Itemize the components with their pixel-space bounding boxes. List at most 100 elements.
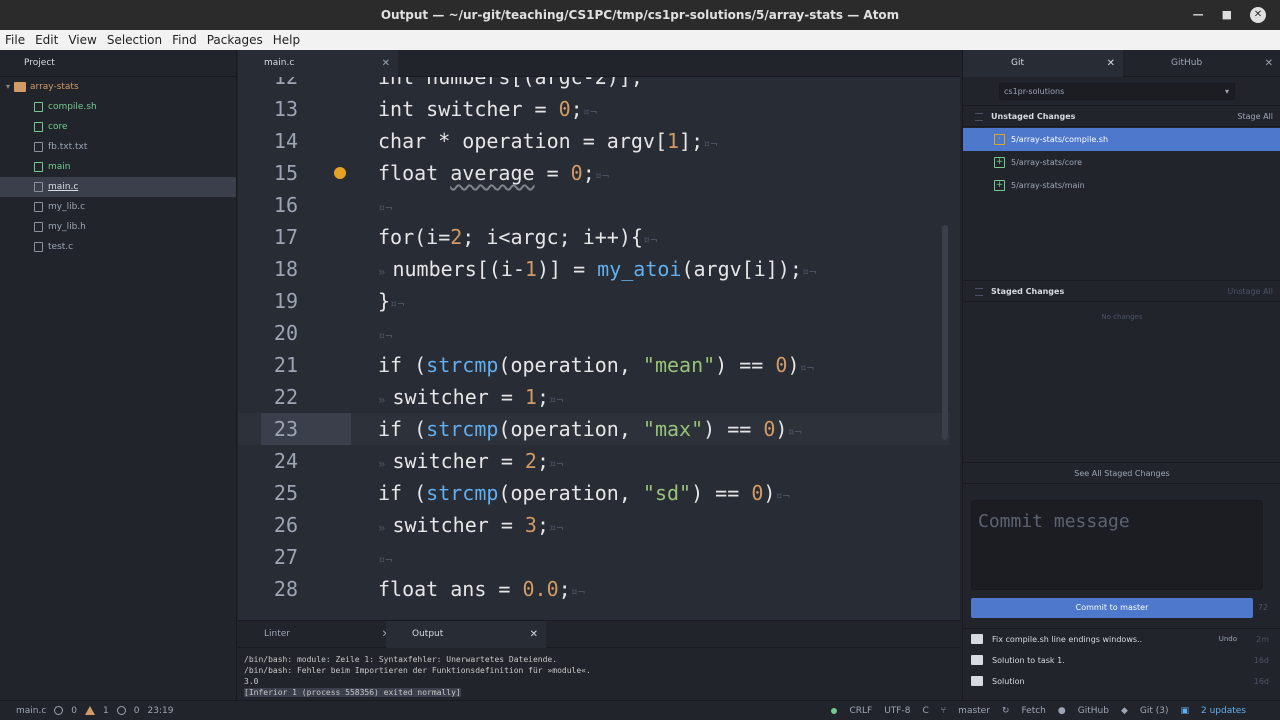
tree-item-label: fb.txt.txt [48,142,88,152]
status-cursor[interactable]: 23:19 [148,706,174,716]
file-icon [34,122,43,132]
tree-root-label: array-stats [30,82,79,92]
status-github[interactable]: GitHub [1078,706,1109,716]
status-infos[interactable]: 0 [134,706,140,716]
tree-item-fb-txt[interactable]: fb.txt.txt [0,137,236,157]
tab-label: main.c [264,58,295,68]
status-warnings[interactable]: 1 [103,706,109,716]
undo-button[interactable]: Undo [1219,629,1237,650]
tab-git[interactable]: Git ✕ [963,50,1123,77]
code-line: 12 int numbers[(argc-2)]; [238,77,950,93]
status-git[interactable]: Git (3) [1140,706,1169,716]
editor-scrollbar[interactable] [942,225,948,440]
tab-label: Git [1011,58,1025,68]
line-code: ¤¬ [378,329,393,343]
tree-item-my-lib-c[interactable]: my_lib.c [0,197,236,217]
see-all-staged-button[interactable]: See All Staged Changes [963,462,1280,484]
list-icon [975,288,983,296]
status-grammar[interactable]: C [922,706,928,716]
menu-selection[interactable]: Selection [102,33,167,47]
tab-project[interactable]: Project [0,50,236,77]
unstage-all-button[interactable]: Unstage All [1227,281,1273,303]
code-area[interactable]: 12 int numbers[(argc-2)]; 13 int switcher … [238,77,950,620]
line-number: 23 [273,417,298,441]
list-icon [975,113,983,121]
status-encoding[interactable]: UTF-8 [884,706,910,716]
commit-char-count: 72 [1257,603,1268,612]
line-code: » switcher = 2;¤¬ [378,449,564,473]
menu-help[interactable]: Help [268,33,305,47]
unstaged-file[interactable]: +5/array-stats/main [963,174,1280,197]
tab-linter[interactable]: Linter✕ [238,621,398,648]
commit-age: 2m [1256,635,1269,644]
tree-root-folder[interactable]: ▾ array-stats [0,77,236,97]
status-file[interactable]: main.c [16,706,46,716]
code-line: 27 ¤¬ [238,541,950,573]
editor-tab-bar: main.c ✕ [238,50,960,77]
close-window-button[interactable]: ✕ [1250,7,1266,23]
menu-packages[interactable]: Packages [202,33,268,47]
recent-commit[interactable]: Fix compile.sh line endings windows.. Und… [963,629,1280,650]
chevron-down-icon: ▾ [6,82,11,91]
staged-header: Staged Changes Unstage All [963,280,1280,302]
output-line: [Inferior 1 (process 558356) exited norm… [244,688,461,697]
branch-icon: ⑂ [940,705,947,716]
line-number: 20 [273,321,298,345]
code-line: 14 char * operation = argv[1];¤¬ [238,125,950,157]
close-icon[interactable]: ✕ [1107,50,1115,77]
commit-message-input[interactable] [972,501,1262,541]
tree-item-core[interactable]: core [0,117,236,137]
output-console[interactable]: /bin/bash: module: Zeile 1: Syntaxfehler… [238,648,960,704]
status-line-ending[interactable]: CRLF [849,706,872,716]
stage-all-button[interactable]: Stage All [1237,106,1273,128]
added-icon: + [994,157,1005,168]
code-line: 25 if (strcmp(operation, "sd") == 0)¤¬ [238,477,950,509]
close-icon[interactable]: ✕ [382,50,390,77]
unstaged-file-path: 5/array-stats/compile.sh [1011,135,1109,144]
maximize-button[interactable]: ■ [1222,0,1232,30]
commit-button[interactable]: Commit to master [971,598,1253,618]
tab-output[interactable]: Output ✕ [386,621,546,648]
close-icon[interactable]: ✕ [530,621,538,648]
tree-item-main[interactable]: main [0,157,236,177]
tree-item-main-c[interactable]: main.c [0,177,236,197]
status-branch[interactable]: master [958,706,990,716]
line-code: » switcher = 1;¤¬ [378,385,564,409]
menu-file[interactable]: File [0,33,30,47]
bottom-panel: Linter✕ Output ✕ /bin/bash: module: Zeile… [238,620,960,700]
warning-icon [85,706,96,715]
tab-main-c[interactable]: main.c ✕ [238,50,398,77]
bottom-tab-bar: Linter✕ Output ✕ [238,621,960,648]
window-title: Output — ~/ur-git/teaching/CS1PC/tmp/cs1… [380,8,900,22]
tree-item-compile-sh[interactable]: compile.sh [0,97,236,117]
tree-item-label: my_lib.h [48,222,86,232]
minimize-button[interactable]: — [1193,0,1204,30]
line-code: ¤¬ [378,553,393,567]
status-errors[interactable]: 0 [71,706,77,716]
line-number: 15 [273,161,298,185]
output-line: /bin/bash: module: Zeile 1: Syntaxfehler… [244,655,558,664]
tab-label: GitHub [1171,58,1203,68]
recent-commit[interactable]: Solution to task 1. 16d [963,650,1280,671]
unstaged-file[interactable]: +5/array-stats/core [963,151,1280,174]
menu-edit[interactable]: Edit [30,33,63,47]
line-number: 18 [273,257,298,281]
recent-commit[interactable]: Solution 16d [963,671,1280,692]
folder-icon [14,82,27,92]
unstaged-file[interactable]: · 5/array-stats/compile.sh [963,128,1280,151]
avatar [971,655,983,665]
status-updates[interactable]: 2 updates [1201,706,1246,716]
file-icon [34,162,43,172]
status-right: CRLF UTF-8 C ⑂ master ↻ Fetch ● GitHub ◆ Git… [831,706,1246,716]
status-fetch[interactable]: Fetch [1021,706,1045,716]
repo-select[interactable]: cs1pr-solutions ▾ [999,83,1235,100]
line-code: }¤¬ [378,289,405,313]
tree-item-test-c[interactable]: test.c [0,237,236,257]
tab-github[interactable]: GitHub ✕ [1123,50,1280,77]
close-icon[interactable]: ✕ [1265,50,1273,77]
line-code: » numbers[(i-1)] = my_atoi(argv[i]);¤¬ [378,257,817,281]
menu-view[interactable]: View [63,33,101,47]
tree-item-my-lib-h[interactable]: my_lib.h [0,217,236,237]
line-number: 28 [273,577,298,601]
menu-find[interactable]: Find [167,33,202,47]
